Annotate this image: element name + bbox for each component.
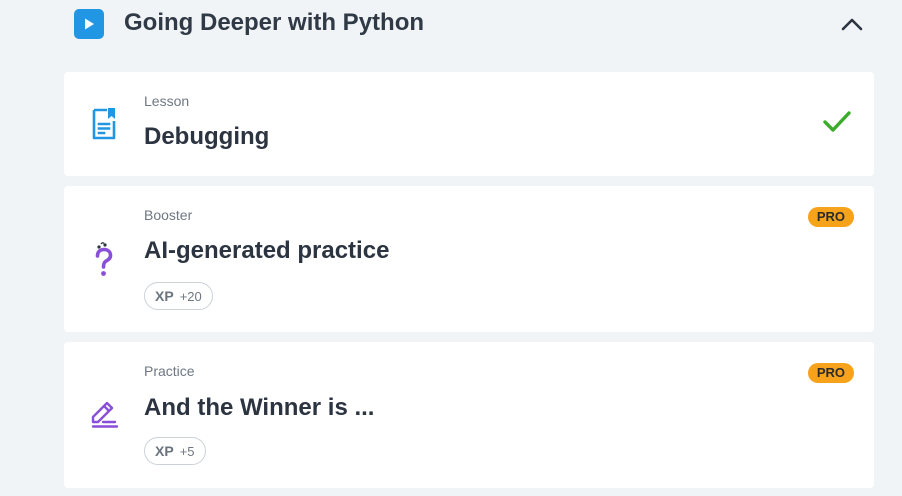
lesson-document-icon [88, 106, 120, 142]
checkmark-icon [823, 111, 851, 132]
xp-label: XP [155, 288, 174, 304]
card-type-label: Practice [144, 363, 195, 379]
xp-label: XP [155, 443, 174, 459]
card-title: AI-generated practice [144, 237, 390, 264]
play-icon [74, 9, 104, 39]
xp-value: +5 [179, 443, 195, 459]
booster-card[interactable]: Booster AI-generated practice XP +20 PRO [64, 186, 874, 332]
xp-badge: XP +5 [144, 437, 206, 465]
xp-value: +20 [179, 288, 202, 304]
xp-badge: XP +20 [144, 282, 213, 310]
pro-badge: PRO [807, 207, 854, 227]
card-type-label: Lesson [144, 93, 190, 109]
chevron-up-icon[interactable] [836, 10, 868, 38]
lesson-card[interactable]: Lesson Debugging [64, 72, 874, 176]
section-title: Going Deeper with Python [124, 9, 425, 36]
practice-card[interactable]: Practice And the Winner is ... XP +5 PRO [64, 342, 874, 488]
pencil-icon [88, 396, 120, 432]
pro-badge: PRO [807, 363, 854, 383]
question-mark-icon [88, 242, 120, 278]
section-header[interactable]: Going Deeper with Python [0, 0, 902, 48]
card-title: And the Winner is ... [144, 394, 375, 421]
card-type-label: Booster [144, 207, 193, 223]
card-title: Debugging [144, 123, 270, 150]
